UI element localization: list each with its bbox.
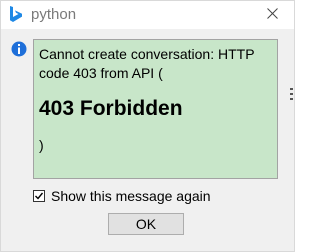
checkmark-icon bbox=[35, 192, 44, 200]
message-line-3: ) bbox=[39, 137, 44, 153]
show-again-option[interactable]: Show this message again bbox=[33, 187, 211, 204]
show-again-checkbox[interactable] bbox=[33, 189, 45, 202]
dialog-window: python Cannot create conversation: HTTP … bbox=[0, 0, 295, 252]
close-icon bbox=[266, 6, 278, 24]
show-again-label[interactable]: Show this message again bbox=[51, 188, 211, 204]
message-heading: 403 Forbidden bbox=[39, 97, 183, 120]
message-line-2: code 403 from API ( bbox=[39, 65, 163, 81]
window-title: python bbox=[31, 6, 77, 23]
close-button[interactable] bbox=[250, 1, 294, 29]
ok-button[interactable]: OK bbox=[108, 213, 184, 235]
message-line-1: Cannot create conversation: HTTP bbox=[39, 46, 255, 62]
info-icon bbox=[11, 41, 27, 57]
bing-b-icon bbox=[9, 6, 23, 23]
message-area: Cannot create conversation: HTTP code 40… bbox=[33, 39, 278, 179]
resize-edge-icon bbox=[290, 87, 293, 100]
title-bar[interactable]: python bbox=[1, 1, 294, 29]
